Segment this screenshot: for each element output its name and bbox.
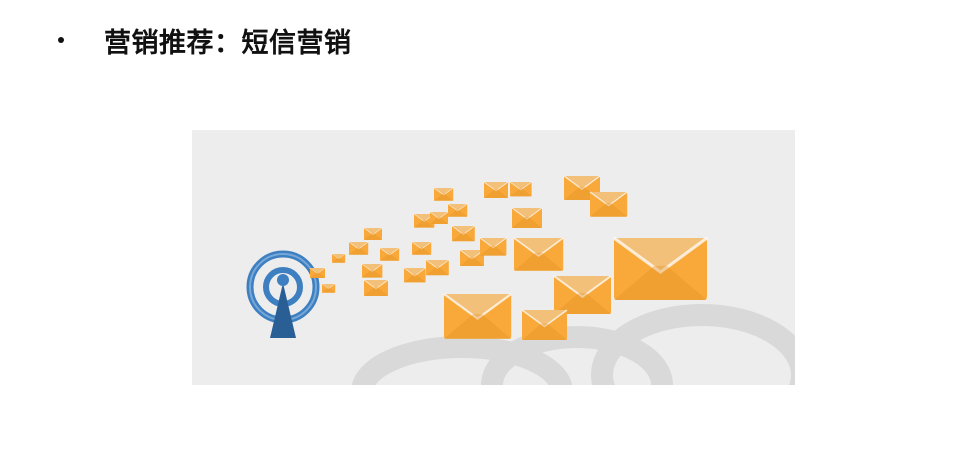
- cloud-shape: [351, 304, 795, 385]
- sms-marketing-illustration: [192, 130, 795, 385]
- envelope-icon: [348, 181, 543, 297]
- slide-title: 营销推荐：短信营销: [104, 27, 352, 59]
- slide: 营销推荐：短信营销: [0, 0, 977, 462]
- broadcast-antenna-icon: [246, 250, 320, 338]
- bullet-title-line: 营销推荐：短信营销: [58, 20, 352, 60]
- bullet-dot: [58, 37, 64, 43]
- illustration-svg: [246, 175, 795, 385]
